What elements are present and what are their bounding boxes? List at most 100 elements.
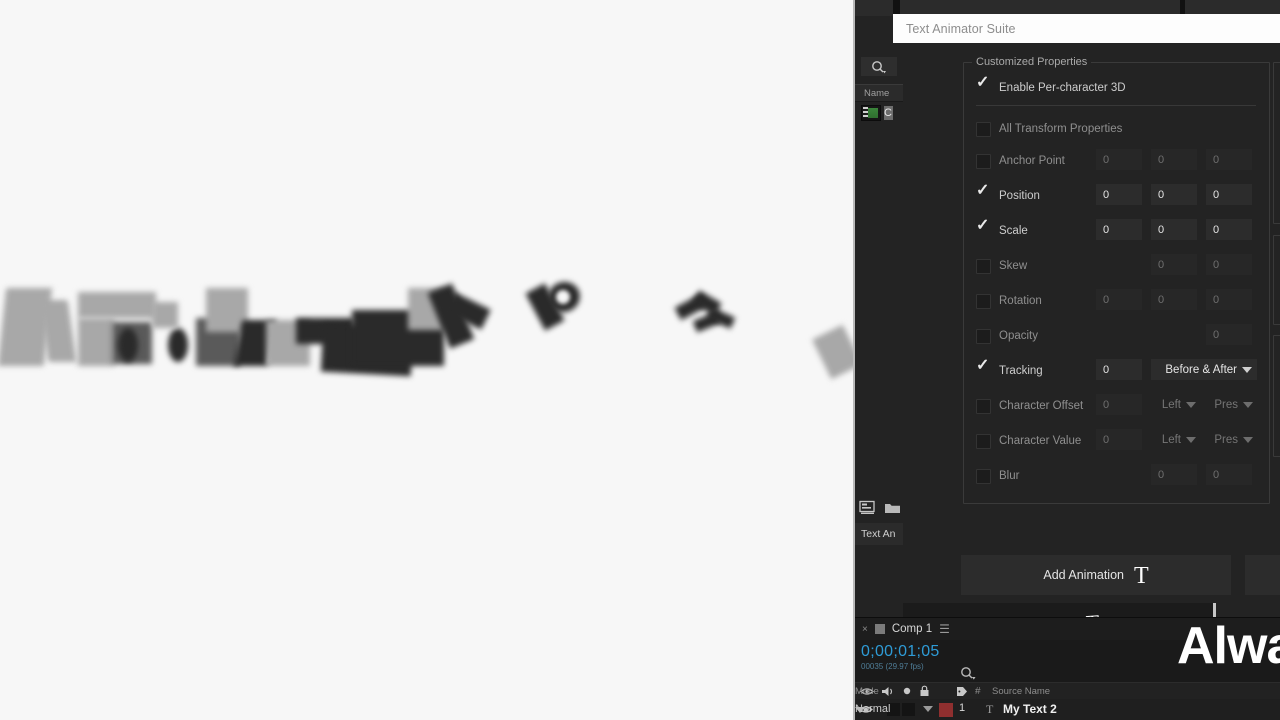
field-tracking-amount[interactable]: 0 <box>1096 359 1142 380</box>
field-blur-x[interactable]: 0 <box>1151 464 1197 485</box>
project-panel-icon[interactable] <box>859 500 876 515</box>
dropdown-character-value-preset[interactable]: Pres <box>1203 429 1258 450</box>
field-rotation-y[interactable]: 0 <box>1151 289 1197 310</box>
project-column-name-label: Name <box>864 87 890 99</box>
window-titlebar[interactable]: Text Animator Suite <box>893 14 1280 43</box>
add-animation-secondary-button[interactable]: Add <box>1245 555 1280 595</box>
search-icon[interactable] <box>861 57 897 76</box>
dropdown-character-offset-align[interactable]: Left <box>1148 394 1201 415</box>
lock-icon[interactable] <box>919 685 930 697</box>
frame-and-fps: 00035 (29.97 fps) <box>861 662 924 671</box>
blurred-glyph <box>118 328 138 362</box>
solo-icon[interactable] <box>902 686 912 696</box>
field-anchor-point-x[interactable]: 0 <box>1096 149 1142 170</box>
blurred-glyph-hole <box>556 290 570 304</box>
checkbox-anchor-point[interactable] <box>976 153 991 169</box>
field-position-x[interactable]: 0 <box>1096 184 1142 205</box>
field-scale-y[interactable]: 0 <box>1151 219 1197 240</box>
dropdown-character-value-align[interactable]: Left <box>1148 429 1201 450</box>
composition-viewer-canvas[interactable] <box>0 0 855 720</box>
value-anchor-point-z: 0 <box>1213 153 1220 166</box>
timecode-display[interactable]: 0;00;01;05 00035 (29.97 fps) <box>861 643 940 671</box>
checkbox-blur[interactable] <box>976 468 991 484</box>
checkbox-skew[interactable] <box>976 258 991 274</box>
row-tracking[interactable]: Tracking <box>976 358 1043 382</box>
layer-index: 1 <box>959 702 966 714</box>
field-rotation-z[interactable]: 0 <box>1206 289 1252 310</box>
row-blur[interactable]: Blur <box>976 465 1019 487</box>
column-mode[interactable]: Mode <box>855 686 879 697</box>
layer-solo-toggle[interactable] <box>902 703 915 716</box>
row-anchor-point[interactable]: Anchor Point <box>976 150 1065 172</box>
checkbox-position[interactable] <box>976 183 991 204</box>
label-icon[interactable] <box>956 686 968 697</box>
checkbox-tracking[interactable] <box>976 358 991 379</box>
chevron-down-icon <box>1186 401 1196 408</box>
checkbox-character-value[interactable] <box>976 433 991 449</box>
chevron-down-icon[interactable] <box>923 706 933 712</box>
timeline-search-icon[interactable] <box>960 666 977 681</box>
table-row[interactable]: 1 T My Text 2 Normal <box>855 699 1280 720</box>
value-character-offset-amount: 0 <box>1103 398 1110 411</box>
folder-icon[interactable] <box>884 501 901 515</box>
chevron-down-icon[interactable] <box>855 707 865 713</box>
field-position-z[interactable]: 0 <box>1206 184 1252 205</box>
timeline-comp-name[interactable]: Comp 1 <box>892 623 932 635</box>
value-position-z: 0 <box>1213 188 1220 201</box>
field-scale-x[interactable]: 0 <box>1096 219 1142 240</box>
row-rotation[interactable]: Rotation <box>976 290 1042 312</box>
audio-icon[interactable] <box>881 686 895 697</box>
chevron-down-icon <box>1186 436 1196 443</box>
field-opacity[interactable]: 0 <box>1206 324 1252 345</box>
project-item-comp[interactable]: C <box>861 103 893 122</box>
checkbox-rotation[interactable] <box>976 293 991 309</box>
value-anchor-point-x: 0 <box>1103 153 1110 166</box>
field-anchor-point-z[interactable]: 0 <box>1206 149 1252 170</box>
field-character-value-amount[interactable]: 0 <box>1096 429 1142 450</box>
layer-source-name[interactable]: My Text 2 <box>1003 702 1057 716</box>
field-skew-amount[interactable]: 0 <box>1151 254 1197 275</box>
app-root: Text Animator Suite Name C Text An Custo… <box>0 0 1280 720</box>
checkbox-character-offset[interactable] <box>976 398 991 414</box>
row-character-value[interactable]: Character Value <box>976 430 1081 452</box>
row-enable-per-character-3d[interactable]: Enable Per-character 3D <box>976 75 1126 99</box>
row-skew[interactable]: Skew <box>976 255 1027 277</box>
project-item-label: C <box>884 105 893 120</box>
layer-label-color[interactable] <box>939 703 953 717</box>
row-all-transform-properties[interactable]: All Transform Properties <box>976 118 1122 140</box>
row-character-offset[interactable]: Character Offset <box>976 395 1083 417</box>
field-blur-y[interactable]: 0 <box>1206 464 1252 485</box>
value-character-value-preset: Pres <box>1214 433 1238 446</box>
value-character-offset-align: Left <box>1161 398 1181 411</box>
tab-text-animator[interactable]: Text An <box>855 523 903 545</box>
row-opacity[interactable]: Opacity <box>976 325 1038 347</box>
search-glyph <box>961 667 976 680</box>
group-divider <box>976 105 1256 106</box>
panel-menu-icon[interactable]: ☰ <box>939 622 950 636</box>
field-position-y[interactable]: 0 <box>1151 184 1197 205</box>
field-rotation-x[interactable]: 0 <box>1096 289 1142 310</box>
label-scale: Scale <box>999 225 1028 237</box>
value-rotation-z: 0 <box>1213 293 1220 306</box>
checkbox-enable-per-character-3d[interactable] <box>976 75 991 96</box>
field-scale-z[interactable]: 0 <box>1206 219 1252 240</box>
column-source-name[interactable]: Source Name <box>992 686 1050 697</box>
add-animation-button[interactable]: Add Animation T <box>961 555 1231 595</box>
field-character-offset-amount[interactable]: 0 <box>1096 394 1142 415</box>
blurred-glyph <box>78 318 114 366</box>
dropdown-character-offset-preset[interactable]: Pres <box>1203 394 1258 415</box>
project-panel-footer-icons <box>859 500 901 515</box>
field-anchor-point-y[interactable]: 0 <box>1151 149 1197 170</box>
project-column-header[interactable]: Name <box>855 84 903 102</box>
add-animation-label: Add Animation <box>1043 568 1124 582</box>
row-position[interactable]: Position <box>976 183 1040 207</box>
checkbox-scale[interactable] <box>976 218 991 239</box>
row-scale[interactable]: Scale <box>976 218 1028 242</box>
dropdown-tracking-type[interactable]: Before & After <box>1151 359 1257 380</box>
close-icon[interactable]: × <box>862 624 868 635</box>
field-skew-axis[interactable]: 0 <box>1206 254 1252 275</box>
checkbox-opacity[interactable] <box>976 328 991 344</box>
current-timecode: 0;00;01;05 <box>861 643 940 660</box>
blurred-glyph <box>168 328 188 362</box>
checkbox-all-transform-properties[interactable] <box>976 121 991 137</box>
